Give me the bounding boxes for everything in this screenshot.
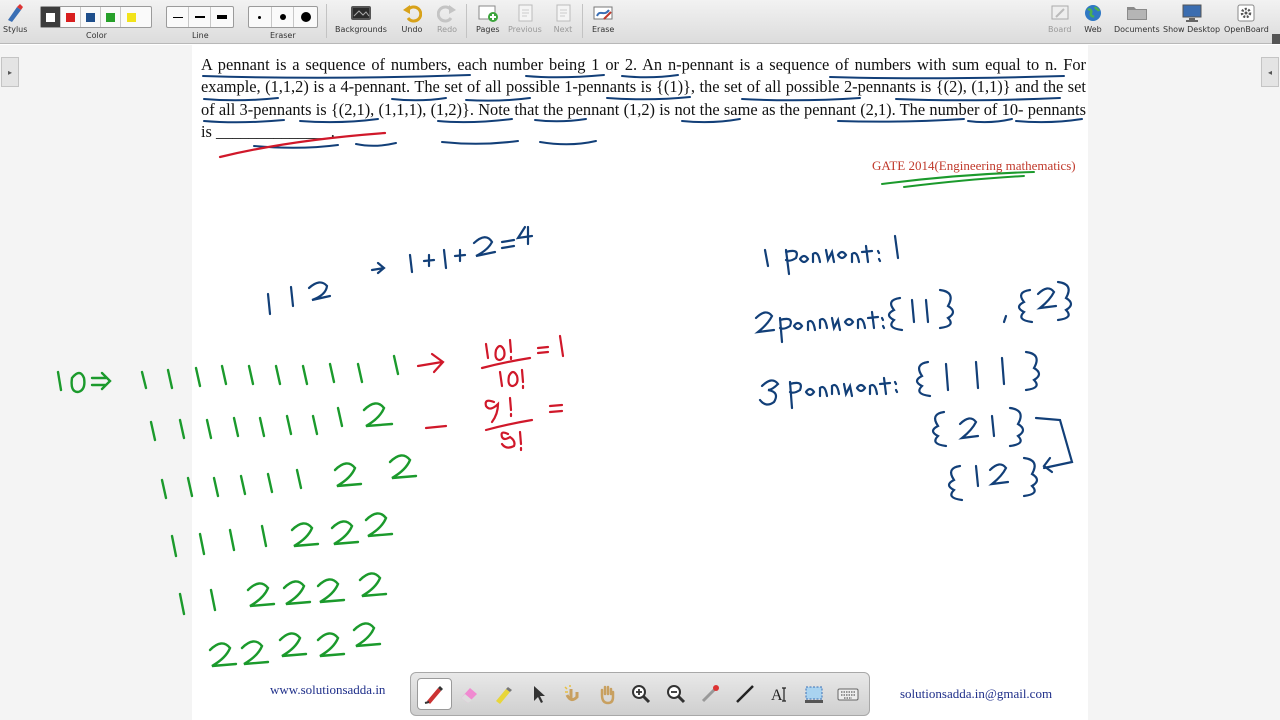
board-icon [1049, 2, 1071, 24]
monitor-icon [1181, 2, 1203, 24]
erase-page-icon [592, 2, 614, 24]
left-panel-toggle[interactable]: ▸ [1, 57, 19, 87]
redo-button[interactable]: Redo [436, 2, 458, 34]
color-yellow[interactable] [121, 7, 141, 27]
left-margin [0, 45, 192, 720]
right-panel-toggle[interactable]: ◂ [1261, 57, 1279, 87]
highlighter-icon [496, 687, 513, 704]
line-width-picker [166, 6, 234, 28]
select-icon [533, 686, 545, 703]
backgrounds-button[interactable]: Backgrounds [335, 2, 387, 34]
eraser-medium[interactable] [272, 7, 295, 27]
main-toolbar: Stylus Color Line Eraser Backgrounds Und… [0, 0, 1280, 44]
next-page-icon [552, 2, 574, 24]
pointer-icon [702, 685, 720, 703]
toolbar-divider [582, 4, 583, 38]
question-source: GATE 2014(Engineering mathematics) [872, 158, 1076, 173]
line-tool[interactable] [728, 678, 763, 710]
text-icon: A [771, 687, 787, 704]
line-icon [735, 685, 754, 703]
toolbar-divider [466, 4, 467, 38]
line-thick[interactable] [211, 7, 233, 27]
openboard-button[interactable]: OpenBoard [1224, 2, 1269, 34]
pen-icon [425, 686, 444, 704]
window-corner [1272, 34, 1280, 44]
pen-tool[interactable] [417, 678, 452, 710]
line-label: Line [192, 31, 209, 40]
eraser-size-picker [248, 6, 318, 28]
folder-icon [1126, 2, 1148, 24]
eraser-label: Eraser [270, 31, 296, 40]
keyboard-tool[interactable] [831, 678, 866, 710]
hand-tool[interactable] [590, 678, 625, 710]
show-desktop-button[interactable]: Show Desktop [1163, 2, 1220, 34]
stylus-icon [4, 2, 26, 24]
erase-button[interactable]: Erase [592, 2, 614, 34]
highlighter-tool[interactable] [486, 678, 521, 710]
next-page-button[interactable]: Next [552, 2, 574, 34]
interact-tool[interactable] [555, 678, 590, 710]
color-green[interactable] [101, 7, 121, 27]
zoom-in-tool[interactable] [624, 678, 659, 710]
svg-text:A: A [771, 687, 783, 704]
zoom-in-icon [632, 685, 651, 704]
text-tool[interactable]: A [762, 678, 797, 710]
capture-tool[interactable] [797, 678, 832, 710]
expand-right-icon: ▸ [7, 67, 12, 77]
hand-icon [600, 685, 614, 705]
line-medium[interactable] [189, 7, 211, 27]
web-button[interactable]: Web [1082, 2, 1104, 34]
zoom-out-icon [666, 685, 685, 704]
question-text: A pennant is a sequence of numbers, each… [201, 55, 1086, 142]
documents-button[interactable]: Documents [1114, 2, 1160, 34]
expand-left-icon: ◂ [1267, 67, 1272, 77]
add-page-icon [477, 2, 499, 24]
undo-button[interactable]: Undo [401, 2, 423, 34]
capture-icon [804, 686, 823, 703]
eraser-large[interactable] [294, 7, 317, 27]
settings-icon [1235, 2, 1257, 24]
zoom-out-tool[interactable] [659, 678, 694, 710]
eraser-icon [460, 688, 477, 703]
laser-pointer-icon [564, 685, 579, 702]
eraser-tool[interactable] [452, 678, 487, 710]
stylus-palette: A [410, 672, 870, 716]
toolbar-divider [326, 4, 327, 38]
keyboard-icon [837, 688, 859, 701]
stylus-button[interactable]: Stylus [3, 2, 27, 34]
whiteboard-page[interactable] [192, 45, 1088, 720]
redo-icon [436, 2, 458, 24]
color-red[interactable] [61, 7, 81, 27]
board-button[interactable]: Board [1048, 2, 1072, 34]
line-thin[interactable] [167, 7, 189, 27]
color-blue[interactable] [81, 7, 101, 27]
pointer-tool[interactable] [693, 678, 728, 710]
color-label: Color [86, 31, 107, 40]
undo-icon [401, 2, 423, 24]
previous-page-icon [514, 2, 536, 24]
previous-page-button[interactable]: Previous [508, 2, 542, 34]
color-picker [40, 6, 152, 28]
backgrounds-icon [350, 2, 372, 24]
globe-icon [1082, 2, 1104, 24]
footer-email: solutionsadda.in@gmail.com [900, 686, 1053, 701]
select-tool[interactable] [521, 678, 556, 710]
pages-button[interactable]: Pages [476, 2, 500, 34]
eraser-small[interactable] [249, 7, 272, 27]
color-black[interactable] [41, 7, 61, 27]
right-margin [1088, 45, 1280, 720]
footer-website: www.solutionsadda.in [270, 682, 386, 697]
